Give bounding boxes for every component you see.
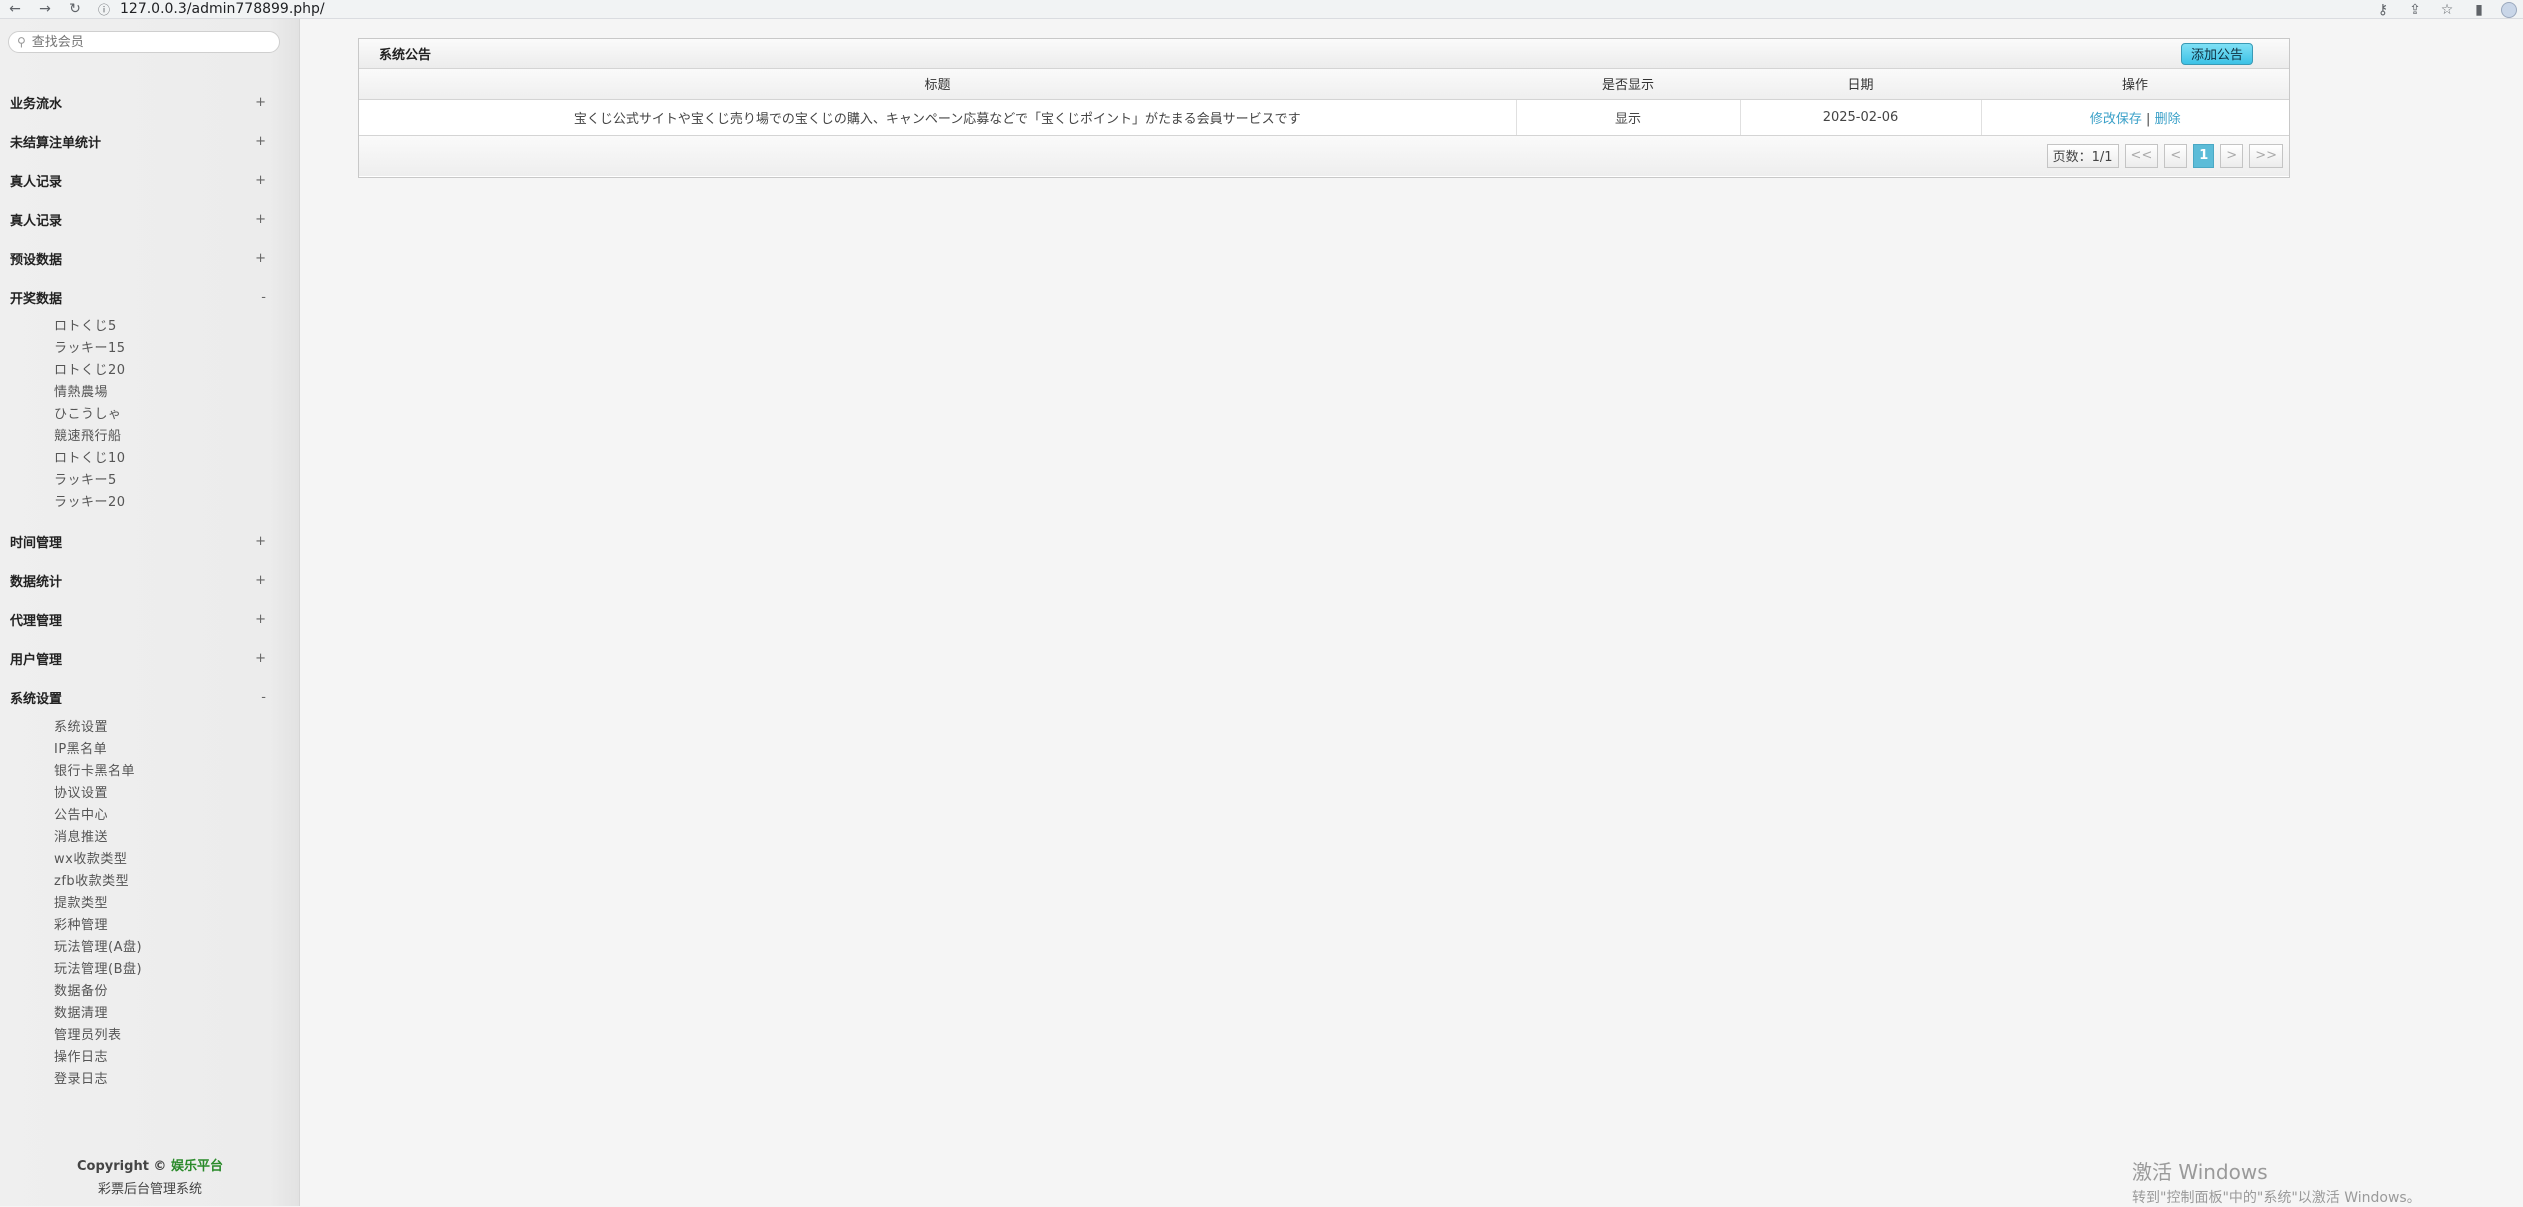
- back-icon[interactable]: ←: [0, 0, 30, 19]
- add-announcement-button[interactable]: 添加公告: [2180, 42, 2253, 65]
- row-actions: 修改保存 | 删除: [1981, 99, 2289, 136]
- menu-group-unsettled-stats[interactable]: 未结算注单统计 +: [0, 128, 280, 154]
- sidebar-item-lottery[interactable]: ラッキー5: [54, 471, 117, 491]
- announcement-title: 宝くじ公式サイトや宝くじ売り場での宝くじの購入、キャンペーン応募などで「宝くじポ…: [359, 99, 1517, 136]
- pagination: 页数：1/1 << < 1 > >>: [359, 135, 2289, 176]
- table-row: 宝くじ公式サイトや宝くじ売り場での宝くじの購入、キャンペーン応募などで「宝くじポ…: [359, 99, 2289, 136]
- sidebar-item-system[interactable]: 登录日志: [54, 1070, 108, 1090]
- collapse-icon: -: [261, 289, 266, 305]
- table-header-row: 标题 是否显示 日期 操作: [359, 69, 2289, 100]
- current-page-button[interactable]: 1: [2193, 143, 2215, 168]
- sidebar-item-lottery[interactable]: 情熱農場: [54, 383, 108, 403]
- expand-icon: +: [255, 533, 266, 549]
- profile-avatar[interactable]: [2501, 1, 2517, 18]
- menu-group-preset-data[interactable]: 预设数据 +: [0, 245, 280, 271]
- browser-toolbar-right: ⚷ ⇪ ☆ ▮: [2367, 0, 2517, 19]
- first-page-button[interactable]: <<: [2124, 143, 2159, 168]
- column-header-visible: 是否显示: [1516, 69, 1740, 100]
- menu-group-agent-management[interactable]: 代理管理 +: [0, 606, 280, 632]
- menu-group-live-records-2[interactable]: 真人记录 +: [0, 206, 280, 232]
- prev-page-button[interactable]: <: [2164, 143, 2188, 168]
- system-subtitle: 彩票后台管理系统: [97, 1182, 202, 1197]
- browser-bar: ← → ↻ ⓘ 127.0.0.3/admin778899.php/ ⚷ ⇪ ☆…: [0, 0, 2523, 19]
- visible-status: 显示: [1516, 99, 1741, 136]
- column-header-title: 标题: [359, 69, 1516, 100]
- sidebar-item-lottery[interactable]: 競速飛行船: [54, 427, 122, 447]
- member-search[interactable]: ⚲: [8, 31, 280, 53]
- sidebar-item-system[interactable]: 数据清理: [54, 1004, 108, 1024]
- panel-header: 系统公告 添加公告: [359, 39, 2289, 69]
- announcement-table: 标题 是否显示 日期 操作 宝くじ公式サイトや宝くじ売り場での宝くじの購入、キャ…: [359, 69, 2289, 136]
- expand-icon: +: [255, 250, 266, 266]
- menu-group-time-management[interactable]: 时间管理 +: [0, 528, 280, 554]
- sidebar-item-lottery[interactable]: ラッキー20: [54, 493, 126, 513]
- sidebar-item-system[interactable]: 玩法管理(A盘): [54, 938, 142, 958]
- brand-link[interactable]: 娱乐平台: [171, 1159, 223, 1174]
- column-header-actions: 操作: [1981, 69, 2289, 100]
- menu-group-data-stats[interactable]: 数据统计 +: [0, 567, 280, 593]
- expand-icon: +: [255, 133, 266, 149]
- sidebar-item-lottery[interactable]: ラッキー15: [54, 339, 126, 359]
- sidebar-item-lottery[interactable]: ロトくじ20: [54, 361, 126, 381]
- menu-group-system-settings[interactable]: 系统设置 -: [0, 684, 280, 710]
- sidebar-item-system[interactable]: 彩种管理: [54, 916, 108, 936]
- star-icon[interactable]: ☆: [2431, 2, 2463, 18]
- delete-link[interactable]: 删除: [2155, 112, 2181, 127]
- menu-group-business-flow[interactable]: 业务流水 +: [0, 89, 280, 115]
- forward-icon[interactable]: →: [30, 0, 60, 19]
- sidebar-item-system[interactable]: zfb收款类型: [54, 872, 129, 892]
- sidebar-item-lottery[interactable]: ひこうしゃ: [54, 405, 122, 425]
- menu-group-user-management[interactable]: 用户管理 +: [0, 645, 280, 671]
- collapse-icon: -: [261, 689, 266, 705]
- sidebar-item-system[interactable]: 数据备份: [54, 982, 108, 1002]
- sidebar: ⚲ 业务流水 + 未结算注单统计 + 真人记录 + 真人记录 + 预设数据 + …: [0, 19, 300, 1206]
- sidebar-item-system[interactable]: 玩法管理(B盘): [54, 960, 142, 980]
- windows-activation-watermark: 激活 Windows 转到"控制面板"中的"系统"以激活 Windows。: [2132, 1160, 2421, 1206]
- sidebar-item-lottery[interactable]: ロトくじ5: [54, 317, 117, 337]
- expand-icon: +: [255, 611, 266, 627]
- key-icon[interactable]: ⚷: [2367, 2, 2399, 18]
- announcement-date: 2025-02-06: [1740, 99, 1982, 136]
- menu-group-live-records[interactable]: 真人记录 +: [0, 167, 280, 193]
- sidebar-item-system[interactable]: 消息推送: [54, 828, 108, 848]
- url-text: 127.0.0.3/admin778899.php/: [120, 1, 325, 17]
- sidebar-item-system[interactable]: 系统设置: [54, 718, 108, 738]
- menu-group-draw-data[interactable]: 开奖数据 -: [0, 284, 280, 310]
- member-search-input[interactable]: [29, 33, 260, 51]
- search-icon: ⚲: [17, 35, 26, 49]
- site-info-icon[interactable]: ⓘ: [96, 1, 112, 18]
- sidebar-item-system[interactable]: 提款类型: [54, 894, 108, 914]
- expand-icon: +: [255, 572, 266, 588]
- edit-save-link[interactable]: 修改保存: [2090, 112, 2142, 127]
- copyright: Copyright © 娱乐平台 彩票后台管理系统: [0, 1155, 300, 1205]
- address-bar[interactable]: ⓘ 127.0.0.3/admin778899.php/: [96, 1, 325, 18]
- expand-icon: +: [255, 172, 266, 188]
- share-icon[interactable]: ⇪: [2399, 2, 2431, 18]
- sidebar-item-system[interactable]: 管理员列表: [54, 1026, 122, 1046]
- sidebar-item-system[interactable]: wx收款类型: [54, 850, 127, 870]
- reload-icon[interactable]: ↻: [60, 0, 90, 19]
- column-header-date: 日期: [1740, 69, 1981, 100]
- last-page-button[interactable]: >>: [2249, 143, 2283, 168]
- sidebar-item-system[interactable]: 公告中心: [54, 806, 108, 826]
- announcement-panel: 系统公告 添加公告 标题 是否显示 日期 操作 宝くじ公式サイトや宝くじ売り場で…: [358, 38, 2290, 178]
- sidebar-item-system[interactable]: 协议设置: [54, 784, 108, 804]
- expand-icon: +: [255, 211, 266, 227]
- expand-icon: +: [255, 94, 266, 110]
- page-info: 页数：1/1: [2046, 143, 2119, 168]
- sidebar-item-system[interactable]: 银行卡黑名单: [54, 762, 135, 782]
- sidebar-item-system[interactable]: 操作日志: [54, 1048, 108, 1068]
- panel-title: 系统公告: [379, 48, 432, 63]
- sidebar-panel-icon[interactable]: ▮: [2463, 2, 2495, 18]
- expand-icon: +: [255, 650, 266, 666]
- sidebar-item-lottery[interactable]: ロトくじ10: [54, 449, 126, 469]
- action-separator: |: [2146, 111, 2151, 127]
- next-page-button[interactable]: >: [2220, 143, 2244, 168]
- sidebar-item-system[interactable]: IP黑名单: [54, 740, 107, 760]
